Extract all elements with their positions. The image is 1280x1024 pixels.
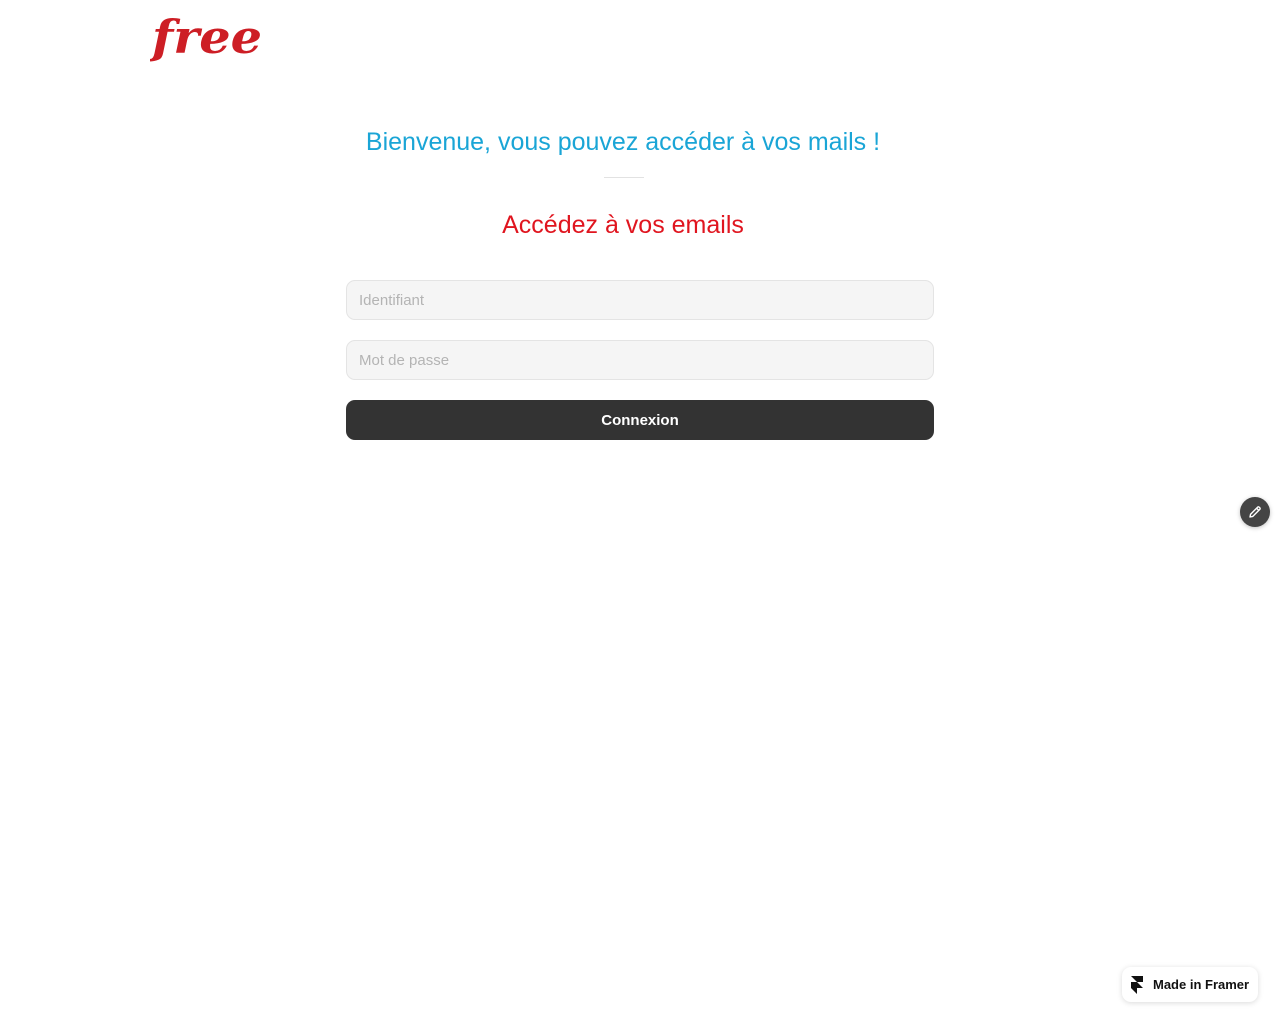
free-logo[interactable]: free (150, 14, 266, 64)
password-input[interactable] (346, 340, 934, 380)
divider (604, 177, 644, 178)
logo-wordmark: free (150, 14, 262, 64)
connexion-button[interactable]: Connexion (346, 400, 934, 440)
edit-button[interactable] (1240, 497, 1270, 527)
badge-label: Made in Framer (1153, 977, 1250, 992)
free-logo-icon: free (150, 14, 262, 64)
login-title: Accédez à vos emails (502, 211, 744, 239)
pencil-icon (1249, 506, 1261, 518)
framer-logo-icon (1131, 975, 1143, 994)
made-in-framer-badge[interactable]: Made in Framer (1122, 967, 1258, 1002)
login-form: Connexion (346, 280, 934, 440)
username-input[interactable] (346, 280, 934, 320)
welcome-heading: Bienvenue, vous pouvez accéder à vos mai… (365, 128, 881, 156)
login-page: free Bienvenue, vous pouvez accéder à vo… (0, 0, 1280, 1024)
